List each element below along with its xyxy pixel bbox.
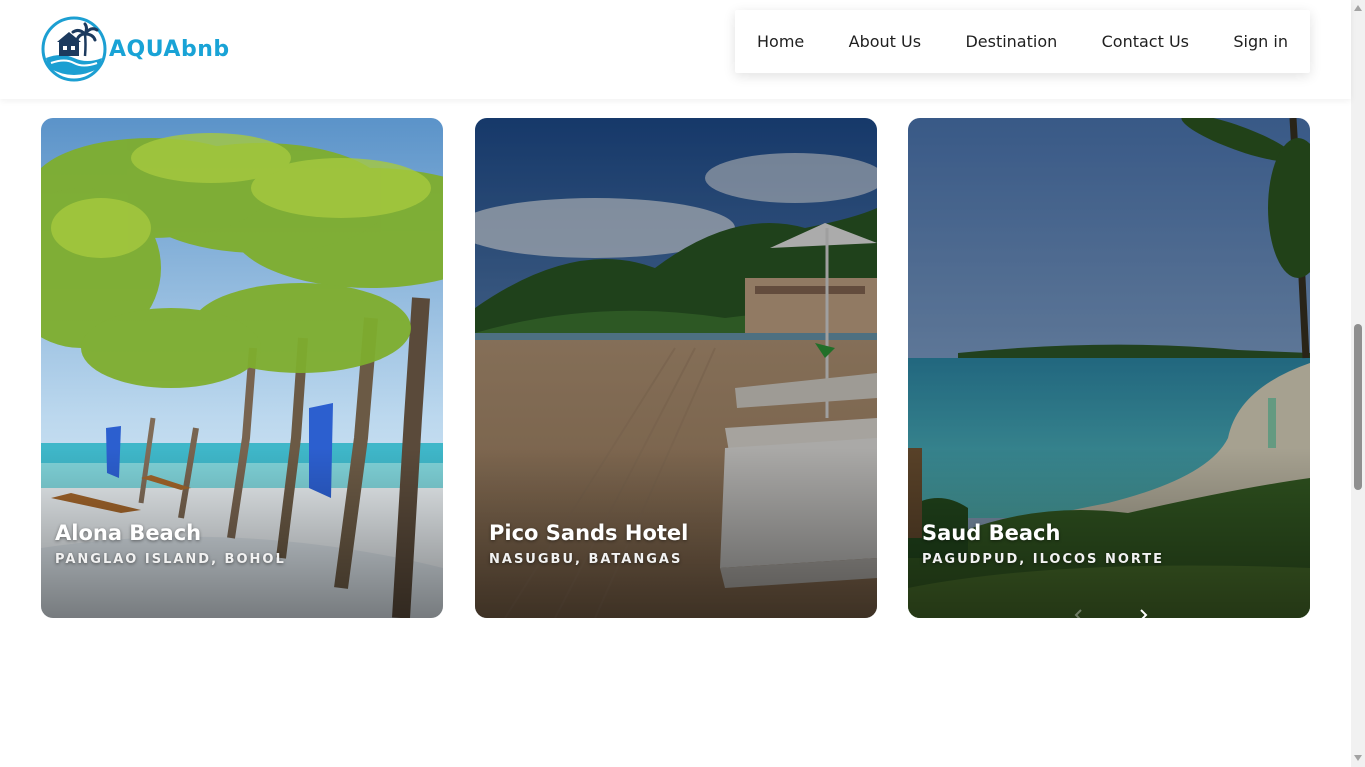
chevron-right-icon[interactable]	[1136, 608, 1150, 618]
card-location: PANGLAO ISLAND, BOHOL	[55, 552, 286, 567]
page-scrollbar[interactable]	[1351, 0, 1365, 767]
nav-item-contact-us[interactable]: Contact Us	[1102, 32, 1189, 51]
logo-house-palm-icon	[41, 16, 107, 82]
scroll-down-arrow-icon[interactable]	[1354, 755, 1362, 761]
chevron-left-icon[interactable]	[1072, 608, 1086, 618]
site-header: AQUAbnb Home About Us Destination Contac…	[0, 0, 1351, 99]
destination-card-pico-sands-hotel[interactable]: Pico Sands Hotel NASUGBU, BATANGAS	[475, 118, 877, 618]
nav-item-destination[interactable]: Destination	[965, 32, 1057, 51]
card-location: PAGUDPUD, ILOCOS NORTE	[922, 552, 1165, 567]
nav-item-about-us[interactable]: About Us	[849, 32, 921, 51]
scrollbar-thumb[interactable]	[1354, 324, 1362, 490]
card-title: Alona Beach	[55, 521, 202, 545]
main-nav: Home About Us Destination Contact Us Sig…	[735, 10, 1310, 73]
nav-item-sign-in[interactable]: Sign in	[1233, 32, 1288, 51]
destination-card-alona-beach[interactable]: Alona Beach PANGLAO ISLAND, BOHOL	[41, 118, 443, 618]
brand-name: AQUAbnb	[109, 36, 230, 62]
brand-logo[interactable]: AQUAbnb	[41, 16, 230, 82]
destination-card-saud-beach[interactable]: Saud Beach PAGUDPUD, ILOCOS NORTE	[908, 118, 1310, 618]
nav-item-home[interactable]: Home	[757, 32, 804, 51]
card-title: Saud Beach	[922, 521, 1061, 545]
card-location: NASUGBU, BATANGAS	[489, 552, 683, 567]
card-title: Pico Sands Hotel	[489, 521, 689, 545]
scroll-up-arrow-icon[interactable]	[1354, 5, 1362, 11]
